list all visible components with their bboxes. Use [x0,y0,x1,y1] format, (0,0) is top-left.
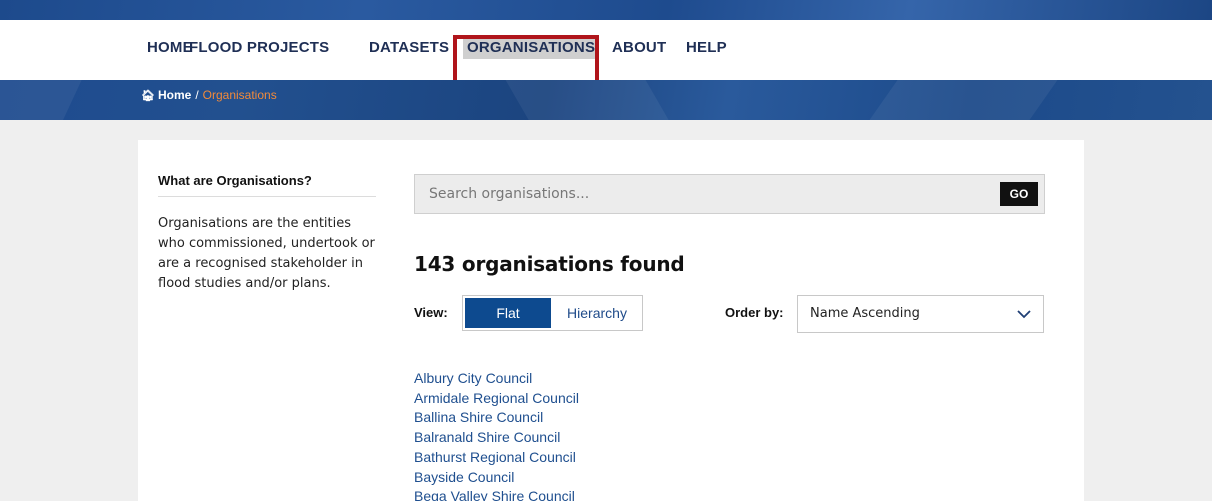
breadcrumb-home[interactable]: Home [158,88,191,102]
view-toggle: Flat Hierarchy [462,295,643,331]
nav-home[interactable]: HOME [147,37,193,59]
view-flat-button[interactable]: Flat [465,298,551,328]
organisation-link[interactable]: Balranald Shire Council [414,428,579,448]
search-input[interactable]: Search organisations... [429,175,989,213]
main-nav: HOME FLOOD PROJECTS DATASETS ORGANISATIO… [0,20,1212,95]
home-icon: 🏠︎ [141,90,155,102]
breadcrumb-band: 🏠︎ Home / Organisations [0,80,1212,120]
nav-about[interactable]: ABOUT [612,37,666,59]
nav-flood-projects[interactable]: FLOOD PROJECTS [189,37,329,59]
breadcrumb-separator: / [195,88,199,102]
order-by-select[interactable]: Name Ascending [797,295,1044,333]
nav-organisations[interactable]: ORGANISATIONS [463,37,600,59]
view-hierarchy-button[interactable]: Hierarchy [553,298,641,328]
header-decoration [0,0,1212,20]
organisation-link[interactable]: Ballina Shire Council [414,408,579,428]
chevron-down-icon [1017,310,1031,319]
organisation-link[interactable]: Bathurst Regional Council [414,448,579,468]
results-count: 143 organisations found [414,252,685,276]
organisation-link[interactable]: Armidale Regional Council [414,389,579,409]
search-box: Search organisations... GO [414,174,1045,214]
main-card: What are Organisations? Organisations ar… [138,140,1084,501]
breadcrumb-current: Organisations [202,88,277,102]
order-by-value: Name Ascending [810,306,920,321]
organisation-link[interactable]: Bega Valley Shire Council [414,487,579,501]
sidebar-description: Organisations are the entities who commi… [158,216,375,291]
organisation-link[interactable]: Bayside Council [414,468,579,488]
nav-datasets[interactable]: DATASETS [369,37,449,59]
sidebar-divider [158,196,376,197]
sidebar-title: What are Organisations? [158,173,312,188]
breadcrumb: 🏠︎ Home / Organisations [141,88,277,102]
organisation-link[interactable]: Albury City Council [414,369,579,389]
view-label: View: [414,305,448,320]
nav-help[interactable]: HELP [686,37,727,59]
organisation-list: Albury City Council Armidale Regional Co… [414,369,579,501]
order-by-label: Order by: [725,305,784,320]
search-go-button[interactable]: GO [1000,182,1038,206]
